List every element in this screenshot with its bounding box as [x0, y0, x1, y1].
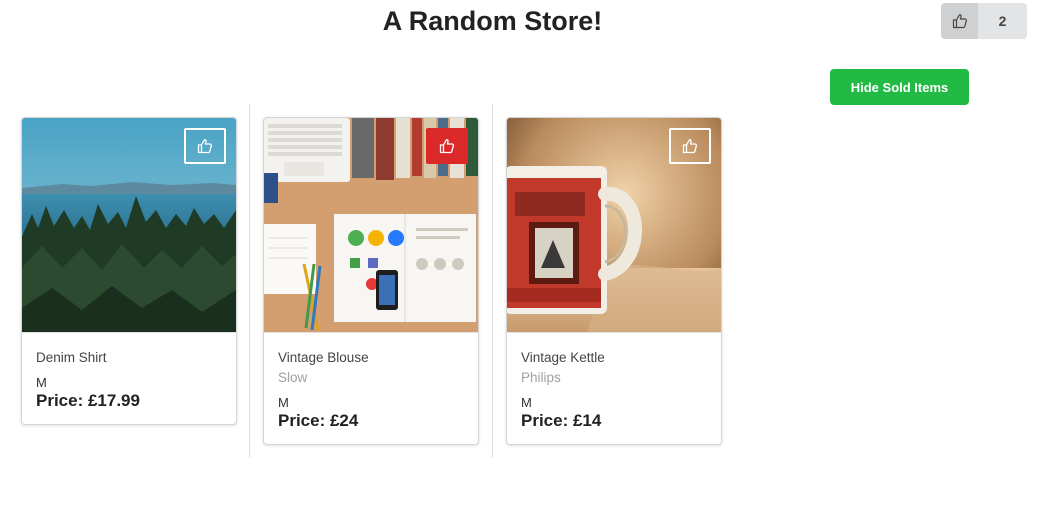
product-image — [22, 118, 236, 332]
column-divider — [492, 104, 493, 458]
store-page: A Random Store! 2 Hide Sold Items Denim … — [0, 0, 1038, 507]
product-price: Price: £24 — [278, 411, 359, 430]
product-image — [264, 118, 478, 332]
product-size: M — [278, 395, 289, 410]
product-card[interactable]: Vintage Kettle Philips M Price: £14 — [506, 117, 722, 445]
like-button[interactable] — [184, 128, 226, 164]
product-details: Vintage Kettle Philips M Price: £14 — [507, 332, 721, 444]
thumbs-up-icon — [682, 139, 698, 154]
product-size: M — [521, 395, 532, 410]
like-button[interactable] — [669, 128, 711, 164]
hide-sold-items-button[interactable]: Hide Sold Items — [830, 69, 969, 105]
thumbs-up-icon — [197, 139, 213, 154]
product-details: Vintage Blouse Slow M Price: £24 — [264, 332, 478, 444]
product-price: Price: £14 — [521, 411, 602, 430]
page-title: A Random Store! — [382, 6, 603, 36]
likes-counter: 2 — [941, 3, 1027, 39]
product-name: Denim Shirt — [36, 350, 107, 365]
thumbs-up-icon — [439, 139, 455, 154]
product-price: Price: £17.99 — [36, 391, 140, 410]
likes-count: 2 — [978, 3, 1027, 39]
column-divider — [249, 104, 250, 458]
product-card[interactable]: Vintage Blouse Slow M Price: £24 — [263, 117, 479, 445]
product-image — [507, 118, 721, 332]
thumbs-up-icon — [952, 14, 967, 29]
product-card[interactable]: Denim Shirt M Price: £17.99 — [21, 117, 237, 425]
product-brand: Philips — [521, 370, 561, 385]
like-button[interactable] — [426, 128, 468, 164]
product-details: Denim Shirt M Price: £17.99 — [22, 332, 236, 424]
likes-counter-button[interactable] — [941, 3, 978, 39]
product-brand: Slow — [278, 370, 308, 385]
product-size: M — [36, 375, 47, 390]
product-name: Vintage Blouse — [278, 350, 369, 365]
product-name: Vintage Kettle — [521, 350, 605, 365]
